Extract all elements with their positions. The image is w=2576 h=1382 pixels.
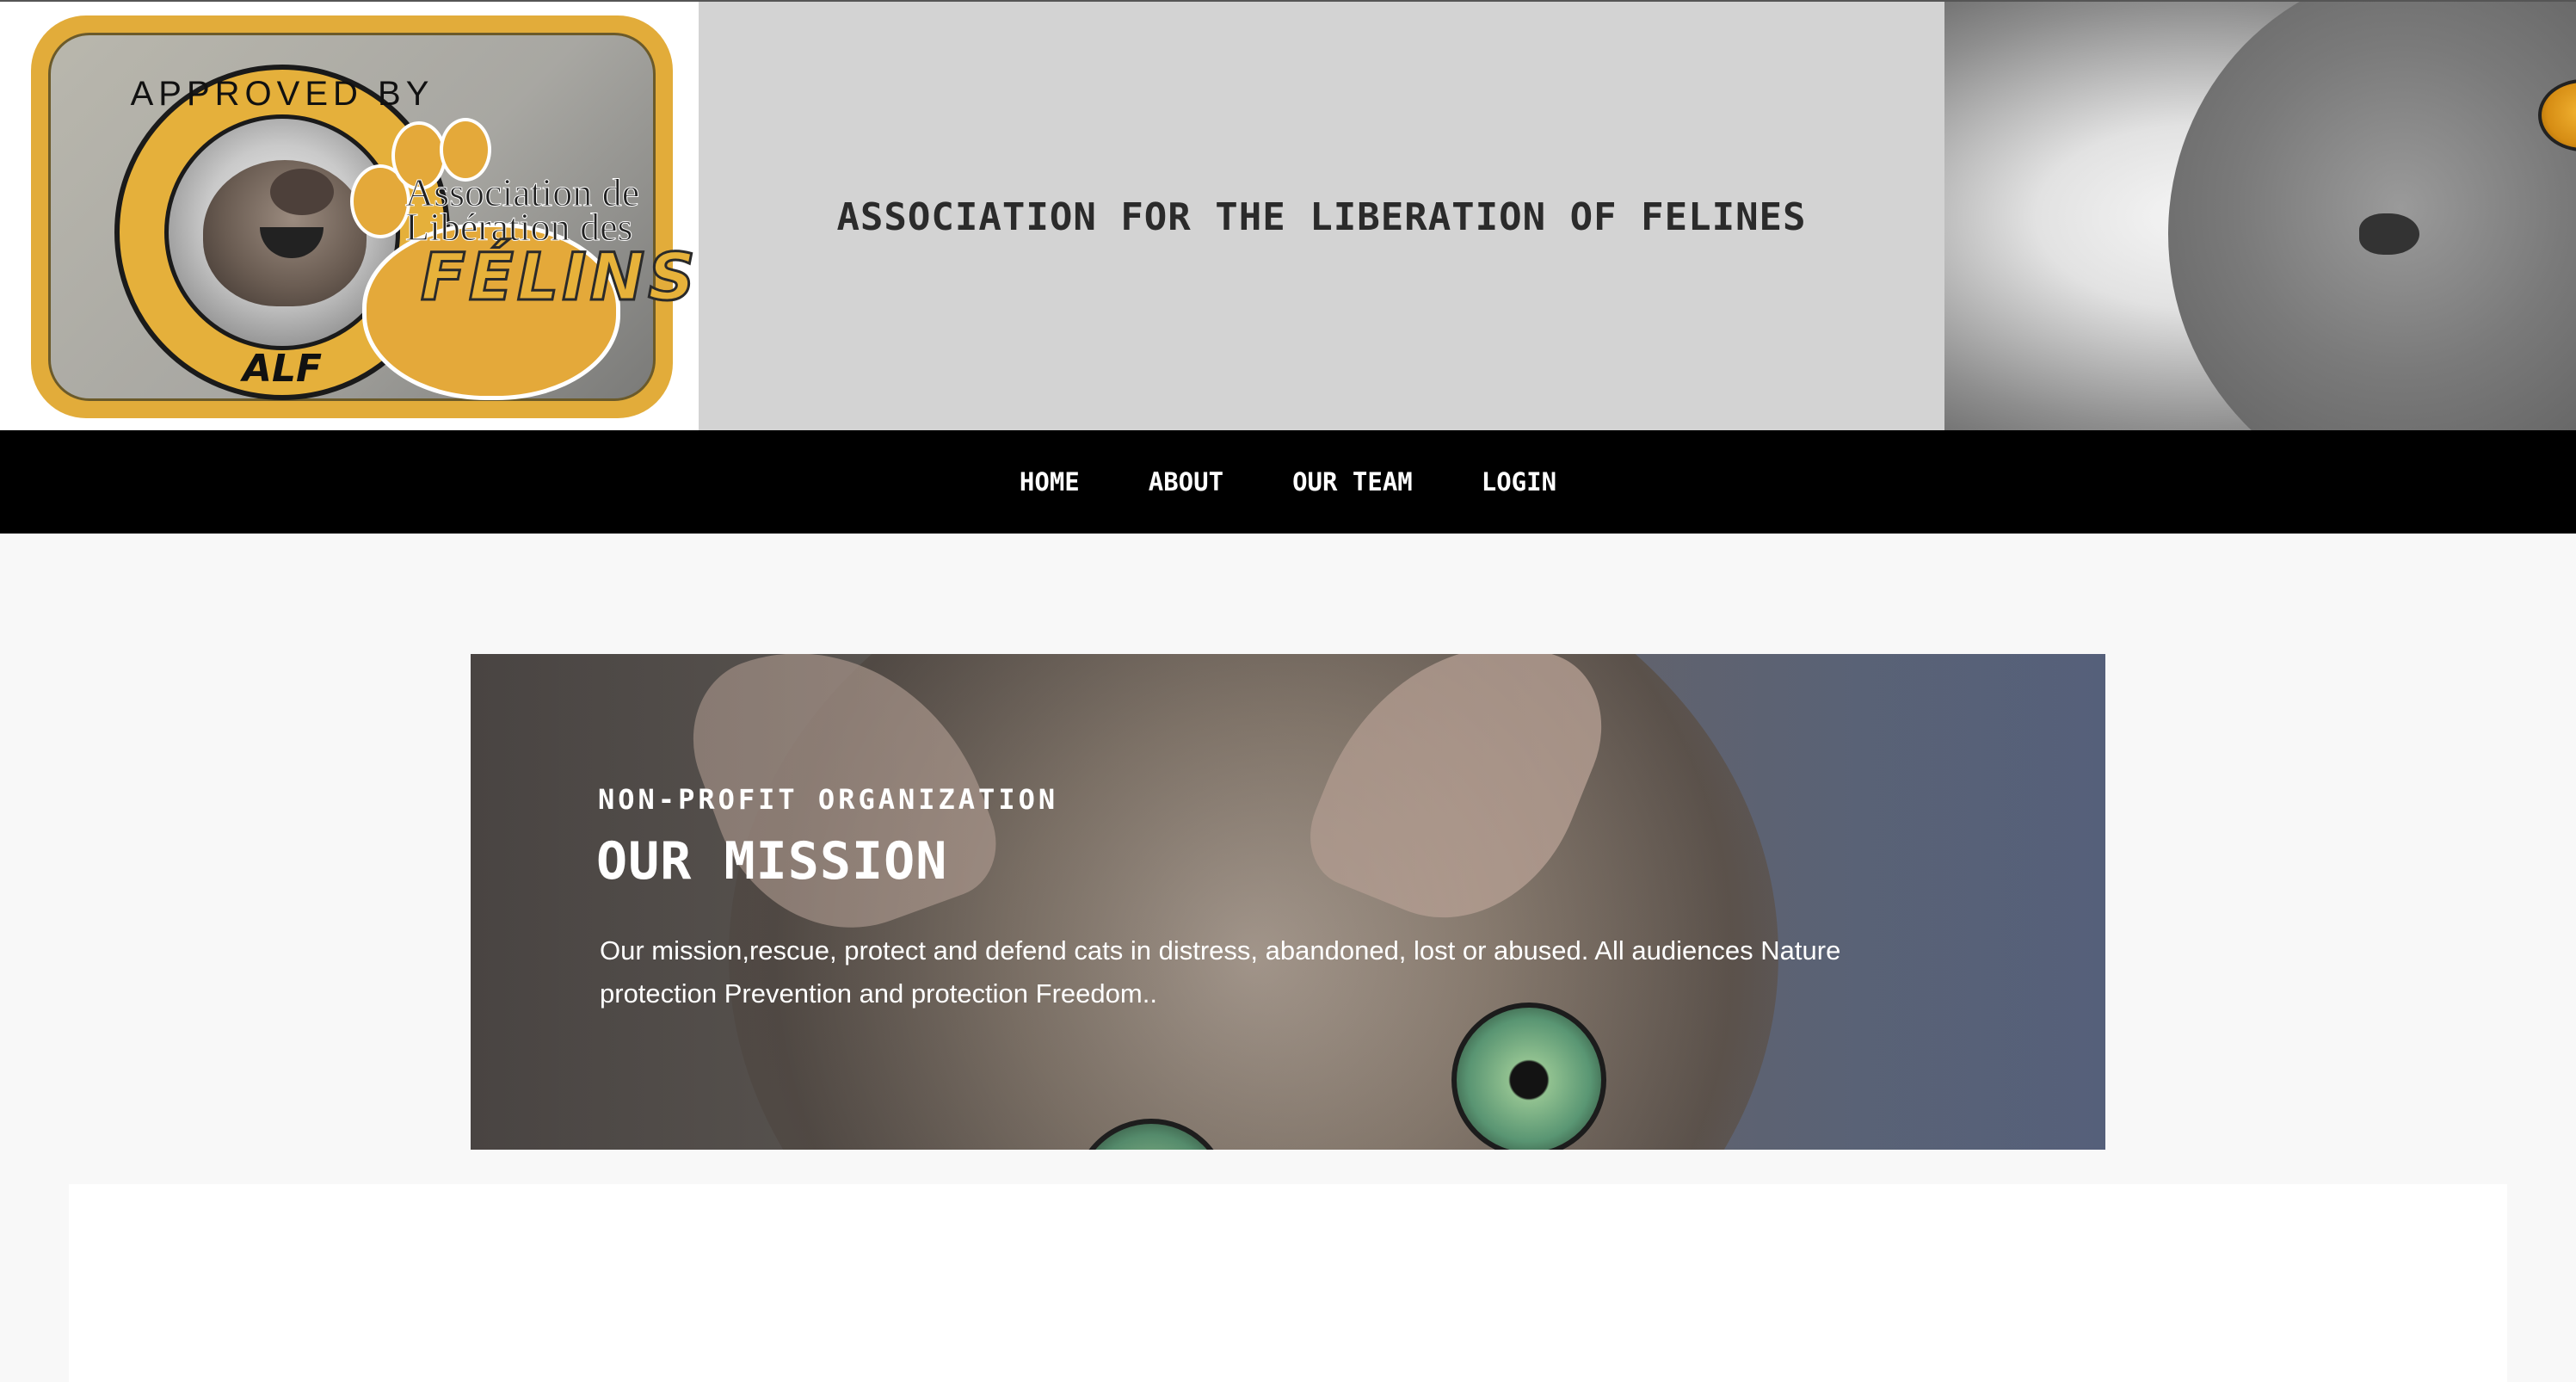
nav-home-link[interactable]: HOME bbox=[1020, 467, 1080, 497]
site-header: APPROVED BY ALF Association de Libératio… bbox=[0, 0, 2576, 432]
hero-description: Our mission,rescue, protect and defend c… bbox=[600, 935, 1841, 1009]
alf-nose-image bbox=[270, 169, 334, 215]
hero-overlay bbox=[471, 654, 2105, 1150]
header-cat-image bbox=[1944, 2, 2576, 432]
mission-hero: NON-PROFIT ORGANIZATION OUR MISSION Our … bbox=[471, 654, 2105, 1150]
hero-kicker: NON-PROFIT ORGANIZATION bbox=[598, 783, 1059, 816]
cat-eye-image bbox=[2538, 79, 2576, 151]
logo-badge: APPROVED BY ALF Association de Libératio… bbox=[31, 15, 696, 418]
logo[interactable]: APPROVED BY ALF Association de Libératio… bbox=[0, 2, 699, 432]
content-card bbox=[69, 1184, 2507, 1382]
main-nav: HOME ABOUT OUR TEAM LOGIN bbox=[0, 430, 2576, 534]
cat-head-image bbox=[2168, 2, 2576, 432]
site-title: ASSOCIATION FOR THE LIBERATION OF FELINE… bbox=[836, 194, 1807, 239]
nav-about-link[interactable]: ABOUT bbox=[1149, 467, 1223, 497]
hero-title: OUR MISSION bbox=[596, 831, 948, 892]
seal-top-text: APPROVED BY bbox=[130, 75, 434, 113]
cat-nose-image bbox=[2359, 213, 2419, 255]
logo-line-3: FÉLINS bbox=[420, 238, 699, 317]
logo-badge-inner: APPROVED BY ALF Association de Libératio… bbox=[48, 33, 696, 401]
nav-login-link[interactable]: LOGIN bbox=[1482, 467, 1556, 497]
nav-our-team-link[interactable]: OUR TEAM bbox=[1292, 467, 1413, 497]
